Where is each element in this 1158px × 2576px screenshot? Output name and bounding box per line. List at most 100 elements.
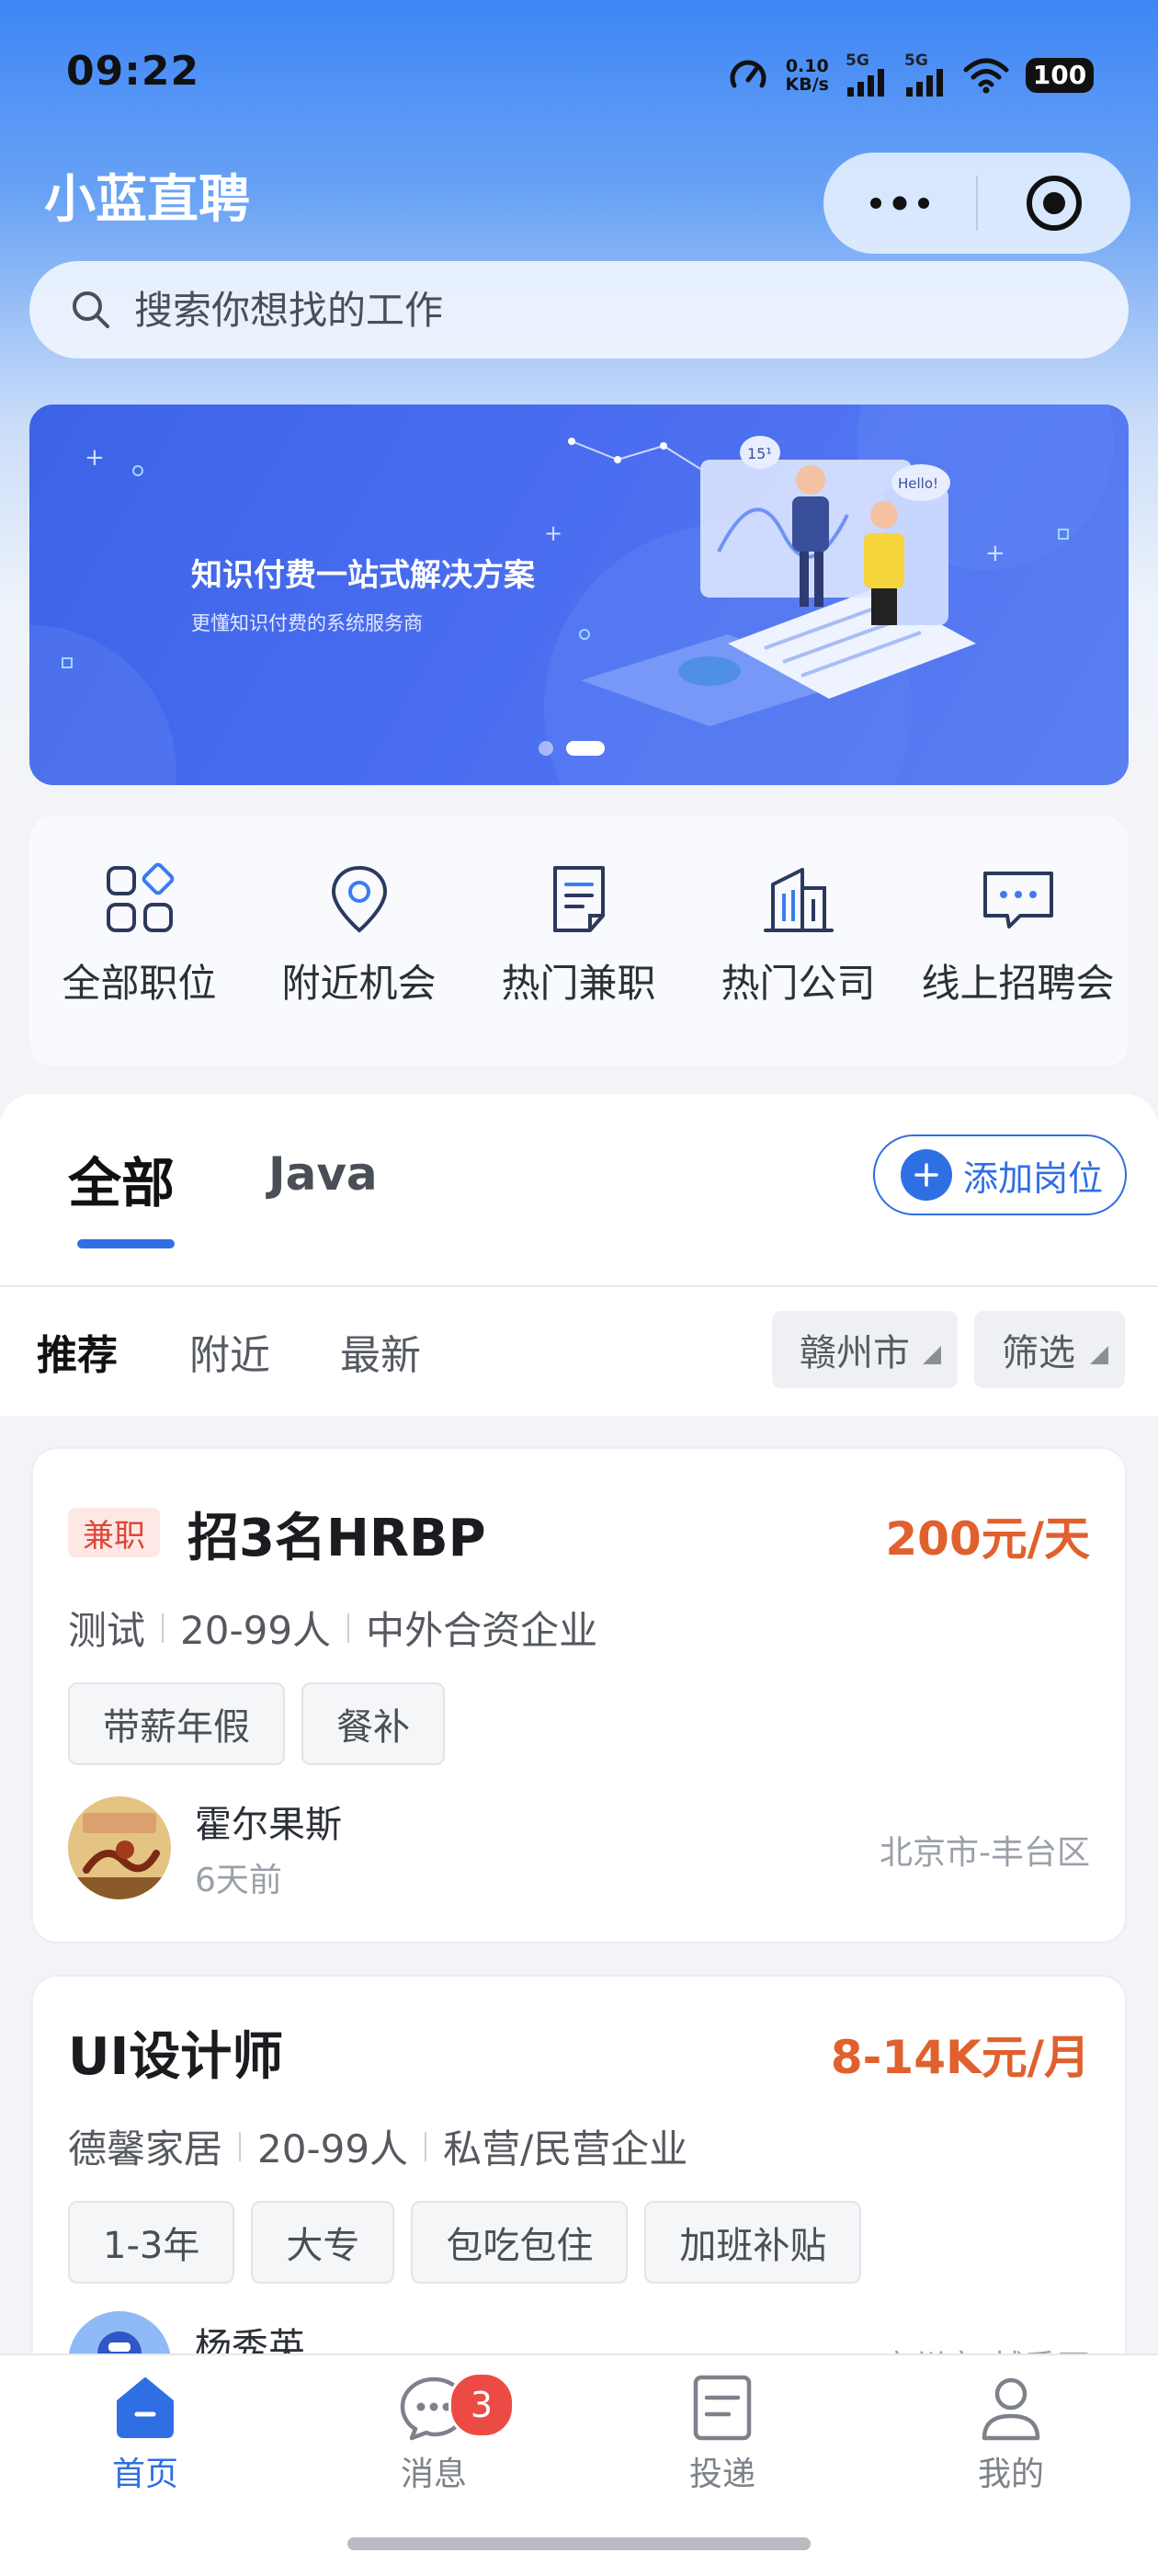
app-title: 小蓝直聘 (44, 170, 250, 230)
quick-nav-online-fair[interactable]: 线上招聘会 (908, 816, 1128, 1066)
speedometer-icon (730, 60, 766, 87)
status-bar: 09:22 0.10 KB/s 5G 5G 100 (0, 0, 1158, 138)
banner-dot[interactable] (539, 741, 553, 756)
company-meta: 测试 20-99人 中外合资企业 (68, 1600, 597, 1656)
city-filter-button[interactable]: 赣州市 (772, 1311, 958, 1388)
signal-5g-2: 5G (904, 53, 947, 97)
nav-label: 消息 (400, 2456, 467, 2493)
plus-icon (901, 1149, 952, 1201)
document-icon (693, 2375, 752, 2441)
job-salary: 8-14K元/月 (830, 2031, 1090, 2084)
add-position-button[interactable]: 添加岗位 (873, 1134, 1127, 1215)
posted-time: 6天前 (195, 1862, 282, 1899)
separator (162, 1613, 165, 1643)
job-type-tag: 兼职 (68, 1508, 160, 1557)
job-location: 北京市-丰台区 (880, 1834, 1090, 1872)
company-name: 德馨家居 (68, 2126, 223, 2171)
sparkle-icon: + (85, 444, 105, 472)
company-size: 20-99人 (180, 1608, 332, 1653)
status-icons: 0.10 KB/s 5G 5G 100 (727, 53, 1094, 97)
add-position-label: 添加岗位 (963, 1157, 1104, 1199)
banner-bubble-1: 15¹ (747, 445, 772, 462)
company-type: 中外合资企业 (366, 1608, 598, 1653)
quick-nav-label: 全部职位 (62, 961, 217, 1006)
grid-icon (106, 862, 174, 932)
quick-nav: 全部职位 附近机会 热门兼职 热门公司 线上招聘会 (29, 816, 1129, 1066)
sparkle-icon: + (544, 520, 562, 546)
net-speed: 0.10 KB/s (785, 55, 829, 95)
user-icon (982, 2377, 1040, 2441)
mini-program-capsule (823, 153, 1130, 254)
nav-home[interactable]: 首页 (53, 2374, 237, 2495)
dropdown-triangle-icon (923, 1346, 941, 1364)
quick-nav-hot-companies[interactable]: 热门公司 (688, 816, 908, 1066)
separator (347, 1613, 350, 1643)
job-tags: 带薪年假 餐补 (68, 1682, 445, 1765)
job-title: 招3名HRBP (187, 1509, 486, 1568)
company-size: 20-99人 (257, 2126, 409, 2171)
recruiter-avatar (68, 1796, 171, 1899)
nav-label: 我的 (977, 2456, 1044, 2493)
quick-nav-nearby[interactable]: 附近机会 (249, 816, 469, 1066)
banner-subtitle: 更懂知识付费的系统服务商 (191, 612, 423, 634)
banner-title: 知识付费一站式解决方案 (191, 557, 535, 594)
more-dots-icon (870, 196, 929, 211)
job-title: UI设计师 (68, 2027, 284, 2087)
signal-bars-icon (847, 69, 884, 97)
banner-dot-active[interactable] (566, 741, 605, 756)
promo-banner[interactable]: 15¹ Hello! + + + 知识付费一站式解决方案 更懂知识付费的系统服务… (29, 405, 1129, 785)
message-badge: 3 (448, 2372, 515, 2438)
signal-5g-1: 5G (846, 53, 888, 97)
sort-nearby[interactable]: 附近 (189, 1322, 270, 1381)
building-icon (763, 868, 834, 932)
sparkle-icon: + (985, 540, 1005, 567)
target-icon (1027, 176, 1082, 231)
close-mini-program-button[interactable] (978, 174, 1130, 233)
job-tags: 1-3年 大专 包吃包住 加班补贴 (68, 2201, 862, 2284)
separator (425, 2131, 427, 2161)
company-type: 私营/民营企业 (443, 2126, 688, 2171)
quick-nav-all-jobs[interactable]: 全部职位 (29, 816, 249, 1066)
quick-nav-hot-parttime[interactable]: 热门兼职 (469, 816, 688, 1066)
filter-button[interactable]: 筛选 (974, 1311, 1125, 1388)
wifi-icon (963, 58, 1009, 93)
battery-icon: 100 (1026, 57, 1094, 93)
job-tag: 包吃包住 (411, 2201, 629, 2284)
more-button[interactable] (823, 194, 976, 212)
job-card[interactable]: 兼职 招3名HRBP 200元/天 测试 20-99人 中外合资企业 带薪年假 … (31, 1447, 1127, 1943)
quick-nav-label: 附近机会 (281, 961, 437, 1006)
quick-nav-label: 热门公司 (721, 961, 876, 1006)
dropdown-triangle-icon (1090, 1346, 1108, 1364)
company-meta: 德馨家居 20-99人 私营/民营企业 (68, 2118, 687, 2174)
document-icon (552, 866, 605, 932)
chat-bubble-icon (982, 872, 1053, 929)
tab-java[interactable]: Java (268, 1147, 378, 1201)
filter-label: 筛选 (1002, 1332, 1075, 1374)
banner-bubble-2: Hello! (898, 475, 938, 492)
banner-pagination (539, 741, 605, 756)
recruiter-name: 霍尔果斯 (195, 1804, 342, 1846)
tab-active-indicator (77, 1239, 175, 1248)
banner-illustration: 15¹ Hello! + + + (29, 405, 1114, 785)
nav-label: 首页 (111, 2456, 178, 2493)
nav-profile[interactable]: 我的 (919, 2374, 1103, 2495)
nav-label: 投递 (688, 2456, 755, 2493)
quick-nav-label: 热门兼职 (501, 961, 656, 1006)
company-name: 测试 (68, 1608, 146, 1653)
home-icon (117, 2377, 174, 2438)
job-tag: 带薪年假 (68, 1682, 285, 1765)
search-bar[interactable] (29, 261, 1129, 359)
home-indicator (347, 2537, 811, 2550)
job-tag: 大专 (251, 2201, 395, 2284)
city-filter-label: 赣州市 (800, 1332, 910, 1374)
separator (239, 2131, 242, 2161)
quick-nav-label: 线上招聘会 (921, 961, 1115, 1006)
tab-all[interactable]: 全部 (68, 1140, 175, 1217)
sort-recommended[interactable]: 推荐 (37, 1322, 118, 1381)
search-input[interactable] (132, 286, 963, 334)
sort-latest[interactable]: 最新 (340, 1322, 421, 1381)
nav-applications[interactable]: 投递 (630, 2374, 814, 2495)
job-salary: 200元/天 (885, 1512, 1090, 1566)
search-icon (73, 291, 109, 328)
location-pin-icon (331, 865, 387, 933)
